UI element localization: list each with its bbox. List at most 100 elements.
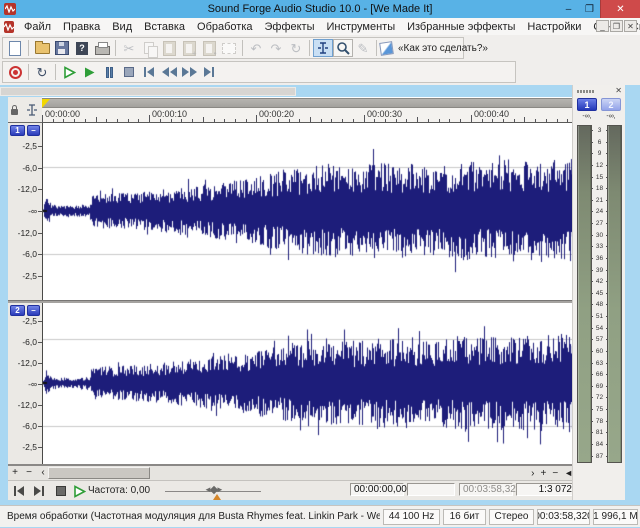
mini-go-to-end-button[interactable] — [30, 483, 48, 499]
ruler-tick — [256, 115, 257, 122]
paste-button[interactable] — [159, 39, 179, 57]
menu-effects[interactable]: Эффекты — [259, 20, 321, 34]
how-to-help-label: «Как это сделать?» — [398, 43, 488, 54]
stop-button[interactable] — [119, 63, 139, 81]
record-button[interactable] — [5, 63, 25, 81]
ruler-tick — [203, 117, 204, 122]
print-button[interactable] — [92, 39, 112, 57]
mini-stop-button[interactable] — [52, 483, 70, 499]
menu-favorite-effects[interactable]: Избранные эффекты — [401, 20, 521, 34]
paste-special-button[interactable] — [179, 39, 199, 57]
overview-bar[interactable] — [42, 98, 578, 108]
menu-file[interactable]: Файл — [18, 20, 57, 34]
frequency-label: Частота: 0,00 — [88, 485, 150, 496]
meter-scale-number: 78 — [592, 419, 607, 426]
meter-scale-number: 57 — [592, 337, 607, 344]
meter-channel-2-button[interactable]: 2 — [601, 98, 621, 111]
open-button[interactable] — [32, 39, 52, 57]
ruler-tick — [181, 119, 182, 122]
toolbar-separator — [28, 64, 29, 80]
pause-button[interactable] — [99, 63, 119, 81]
db-label: -12,0 — [18, 359, 37, 367]
mdi-close-button[interactable]: ✕ — [624, 20, 637, 32]
pencil-tool-button[interactable]: ✎ — [353, 39, 373, 57]
channel-2-number-button[interactable]: 2 — [10, 305, 25, 316]
sample-rate-cell[interactable]: 44 100 Hz — [383, 509, 440, 525]
channel-2-minimize-button[interactable]: – — [27, 305, 40, 316]
scroll-right-icon[interactable]: › — [531, 468, 534, 479]
waveform-channel-1[interactable] — [42, 123, 579, 300]
meter-scale-number: 54 — [592, 326, 607, 333]
new-button[interactable] — [5, 39, 25, 57]
ruler-tick — [396, 119, 397, 122]
close-button[interactable]: ✕ — [600, 0, 640, 18]
meter-channel-1-button[interactable]: 1 — [577, 98, 597, 111]
selection-display[interactable] — [407, 483, 455, 496]
paste-mix-button[interactable] — [199, 39, 219, 57]
cut-button[interactable]: ✂ — [119, 39, 139, 57]
repeat-button[interactable]: ↻ — [286, 39, 306, 57]
mini-go-to-start-button[interactable] — [10, 483, 28, 499]
ruler-tick — [128, 119, 129, 122]
mdi-minimize-button[interactable]: _ — [596, 20, 609, 32]
go-to-start-button[interactable] — [139, 63, 159, 81]
redo-button[interactable]: ↷ — [266, 39, 286, 57]
menu-options[interactable]: Настройки — [521, 20, 587, 34]
frequency-slider-handle[interactable]: ◄► — [204, 486, 224, 494]
channel-mode-cell[interactable]: Стерео — [489, 509, 534, 525]
ruler-label: 00:00:40 — [474, 109, 509, 119]
meter-scale-number: 42 — [592, 279, 607, 286]
meter-scale-number: 18 — [592, 186, 607, 193]
panel-grip-icon[interactable] — [577, 90, 595, 93]
frequency-center-mark-icon — [213, 494, 221, 500]
zoom-in-vertical-button[interactable]: + — [8, 467, 22, 479]
zoom-in-button[interactable]: + — [540, 468, 546, 479]
mdi-restore-button[interactable]: ❐ — [610, 20, 623, 32]
mini-play-button[interactable] — [70, 483, 88, 499]
ruler-tick — [524, 117, 525, 122]
loop-playback-button[interactable]: ↻ — [32, 63, 52, 81]
meter-scale-number: 60 — [592, 349, 607, 356]
channel-1-number-button[interactable]: 1 — [10, 125, 25, 136]
position-marker-icon[interactable] — [42, 99, 50, 108]
menu-tools[interactable]: Инструменты — [321, 20, 402, 34]
bit-depth-cell[interactable]: 16 бит — [443, 509, 486, 525]
rewind-button[interactable] — [159, 63, 179, 81]
play-all-button[interactable] — [59, 63, 79, 81]
play-button[interactable] — [79, 63, 99, 81]
waveform-channel-2[interactable] — [42, 303, 579, 464]
how-to-help-button[interactable]: «Как это сделать?» — [380, 39, 488, 57]
ruler-tick — [492, 119, 493, 122]
channel-1-minimize-button[interactable]: – — [27, 125, 40, 136]
main-toolbar: ?✂↶↷↻✎«Как это сделать?» — [2, 37, 464, 59]
meter-scale-number: 15 — [592, 175, 607, 182]
meter-scale-number: 33 — [592, 244, 607, 251]
menu-insert[interactable]: Вставка — [138, 20, 191, 34]
go-to-end-button[interactable] — [199, 63, 219, 81]
magnify-tool-button[interactable] — [333, 39, 353, 57]
time-ruler[interactable]: 00:00:0000:00:1000:00:2000:00:3000:00:40 — [42, 108, 580, 123]
scrollbar-thumb[interactable] — [48, 467, 150, 479]
copy-button[interactable] — [139, 39, 159, 57]
length-display[interactable]: 00:03:58,320 — [459, 483, 513, 496]
trim-button[interactable] — [219, 39, 239, 57]
zoom-ratio-display[interactable]: 1:3 072 — [516, 483, 576, 496]
save-button[interactable] — [52, 39, 72, 57]
zoom-out-vertical-button[interactable]: − — [22, 467, 36, 479]
properties-button[interactable]: ? — [72, 39, 92, 57]
zoom-out-button[interactable]: − — [552, 468, 558, 479]
minimize-button[interactable]: – — [558, 0, 579, 18]
ruler-tick — [460, 119, 461, 122]
menu-edit[interactable]: Правка — [57, 20, 106, 34]
menu-view[interactable]: Вид — [106, 20, 138, 34]
menu-process[interactable]: Обработка — [191, 20, 258, 34]
panel-close-icon[interactable]: ✕ — [615, 86, 622, 95]
toolbar-area: ?✂↶↷↻✎«Как это сделать?» ↻ — [0, 35, 640, 85]
meter-scale-number: 9 — [592, 151, 607, 158]
undo-button[interactable]: ↶ — [246, 39, 266, 57]
maximize-button[interactable]: ❐ — [579, 0, 600, 18]
position-display[interactable]: 00:00:00,000 — [350, 483, 404, 496]
forward-button[interactable] — [179, 63, 199, 81]
edit-tool-button[interactable] — [313, 39, 333, 57]
toolbar-separator — [376, 40, 377, 56]
